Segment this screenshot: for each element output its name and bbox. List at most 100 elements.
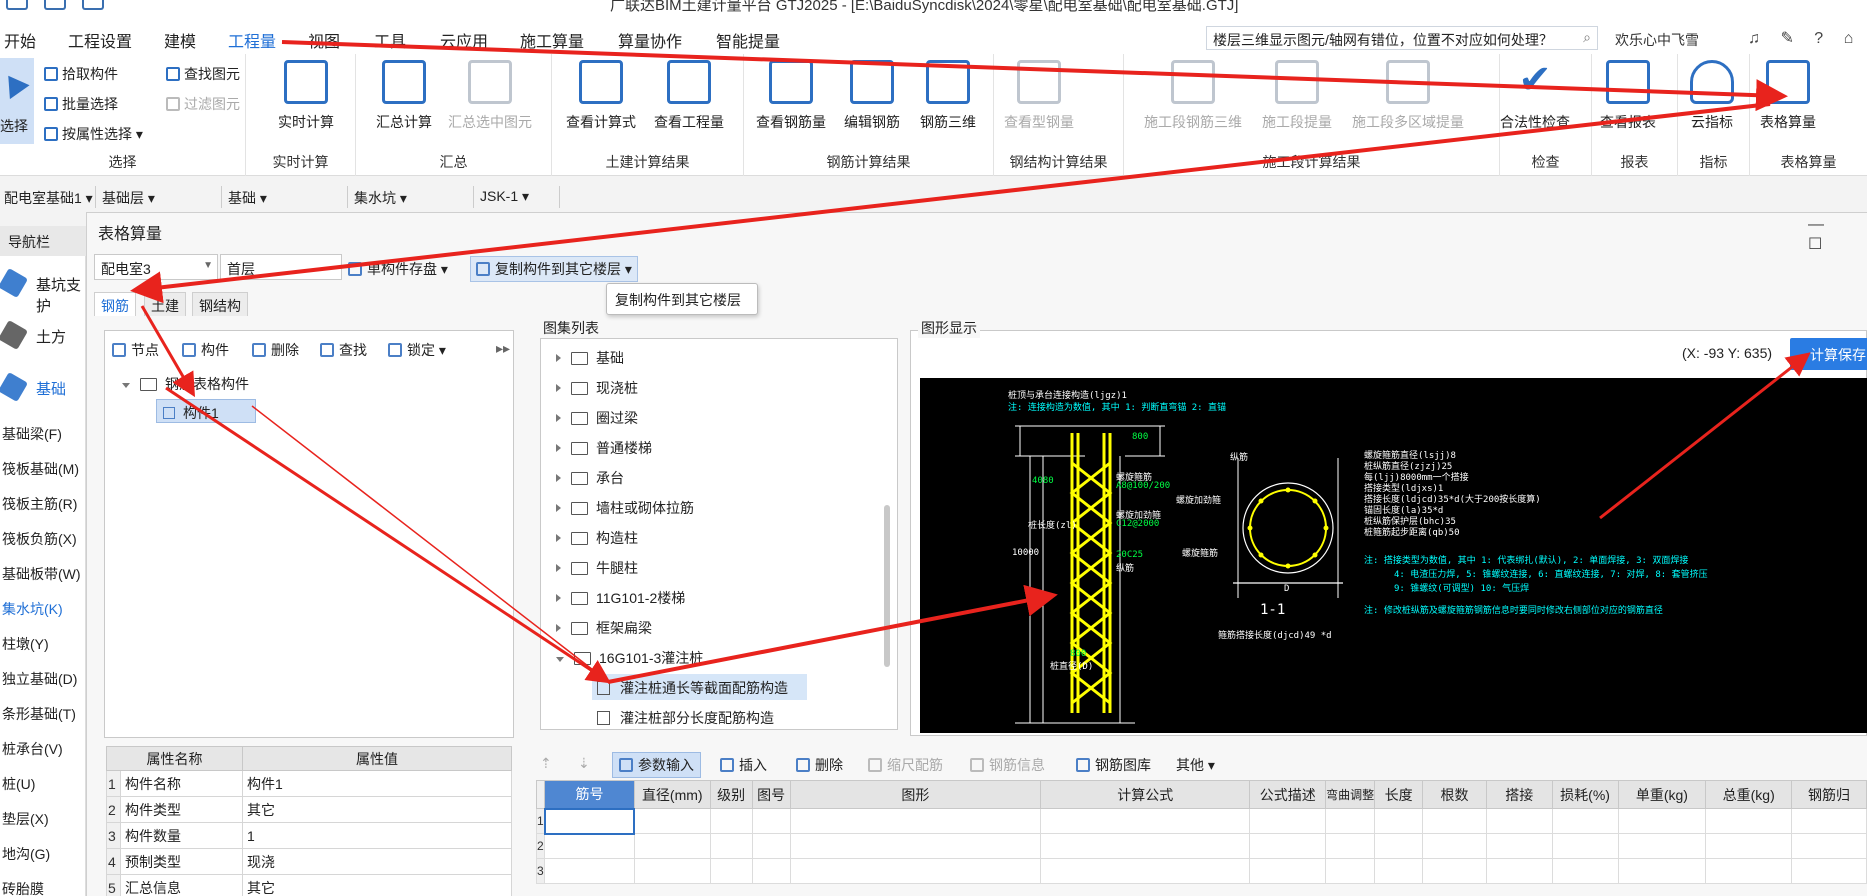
grid-cell[interactable] bbox=[789, 858, 1042, 884]
col-unit-weight[interactable]: 单重(kg) bbox=[1617, 780, 1707, 809]
menu-start[interactable]: 开始 bbox=[4, 28, 36, 52]
grid-cell[interactable] bbox=[1485, 833, 1553, 859]
atlas-item[interactable]: 构造柱 bbox=[556, 528, 638, 548]
atlas-item[interactable]: 现浇桩 bbox=[556, 378, 638, 398]
validity-check-button[interactable]: ✔ 合法性检查 bbox=[1500, 60, 1570, 132]
grid-cell[interactable] bbox=[1551, 833, 1619, 859]
menu-collaboration[interactable]: 算量协作 bbox=[618, 28, 682, 52]
menu-cloud[interactable]: 云应用 bbox=[440, 28, 488, 52]
table-row[interactable]: 3 bbox=[535, 858, 1867, 884]
col-rebar-category[interactable]: 钢筋归 bbox=[1791, 780, 1867, 809]
col-bend-adjust[interactable]: 弯曲调整 bbox=[1325, 780, 1376, 809]
nav-item-strip[interactable]: 条形基础(T) bbox=[2, 704, 76, 724]
param-input-button[interactable]: 参数输入 bbox=[612, 752, 701, 778]
grid-cell[interactable] bbox=[1040, 833, 1251, 859]
atlas-item[interactable]: 基础 bbox=[556, 348, 624, 368]
grid-cell[interactable] bbox=[1249, 858, 1327, 884]
menu-tools[interactable]: 工具 bbox=[374, 28, 406, 52]
col-length[interactable]: 长度 bbox=[1374, 780, 1424, 809]
atlas-item[interactable]: 牛腿柱 bbox=[556, 558, 638, 578]
select-by-attr-button[interactable]: 按属性选择 ▾ bbox=[44, 124, 143, 144]
grid-cell[interactable] bbox=[1705, 833, 1793, 859]
grid-cell-active[interactable] bbox=[543, 807, 636, 835]
col-diameter[interactable]: 直径(mm) bbox=[633, 780, 711, 809]
table-row[interactable]: 3 构件数量 1 bbox=[106, 822, 512, 849]
atlas-child-item[interactable]: 灌注桩部分长度配筋构造 bbox=[597, 708, 774, 728]
grid-cell[interactable] bbox=[1040, 858, 1251, 884]
save-component-button[interactable]: 单构件存盘 ▾ bbox=[348, 259, 448, 279]
col-figure-no[interactable]: 图号 bbox=[751, 780, 791, 809]
grid-cell[interactable] bbox=[544, 833, 635, 859]
nav-item-raft-main[interactable]: 筏板主筋(R) bbox=[2, 494, 77, 514]
col-count[interactable]: 根数 bbox=[1422, 780, 1487, 809]
scale-rebar-button[interactable]: 缩尺配筋 bbox=[868, 755, 943, 775]
col-loss[interactable]: 损耗(%) bbox=[1551, 780, 1619, 809]
view-quantity-button[interactable]: 查看工程量 bbox=[654, 60, 724, 132]
quick-access-icon[interactable] bbox=[6, 0, 28, 10]
table-row[interactable]: 1 构件名称 构件1 bbox=[106, 770, 512, 797]
nav-foundation-pit[interactable]: 基坑支护 bbox=[0, 264, 86, 315]
find-element-button[interactable]: 查找图元 bbox=[166, 64, 240, 84]
grid-cell[interactable] bbox=[1325, 833, 1376, 859]
grid-cell[interactable] bbox=[789, 808, 1042, 834]
table-row[interactable]: 2 bbox=[535, 833, 1867, 859]
grid-delete-button[interactable]: 删除 bbox=[796, 755, 843, 775]
grid-cell[interactable] bbox=[633, 833, 711, 859]
stage-quantity-button[interactable]: 施工段提量 bbox=[1262, 60, 1332, 132]
atlas-item[interactable]: 承台 bbox=[556, 468, 624, 488]
menu-modeling[interactable]: 建模 bbox=[164, 28, 196, 52]
context-floor[interactable]: 基础层 ▾ bbox=[98, 186, 222, 208]
table-row[interactable]: 2 构件类型 其它 bbox=[106, 796, 512, 823]
grid-cell[interactable] bbox=[1422, 858, 1487, 884]
stage-multi-button[interactable]: 施工段多区域提量 bbox=[1352, 60, 1464, 132]
lock-button[interactable]: 锁定 ▾ bbox=[388, 340, 446, 360]
grid-cell[interactable] bbox=[1551, 808, 1619, 834]
atlas-item[interactable]: 框架扁梁 bbox=[556, 618, 652, 638]
view-rebar-button[interactable]: 查看钢筋量 bbox=[756, 60, 826, 132]
tab-rebar[interactable]: 钢筋 bbox=[94, 292, 136, 316]
prop-value[interactable]: 构件1 bbox=[242, 770, 512, 797]
nav-foundation[interactable]: 基础 bbox=[0, 368, 86, 408]
nav-item-pier[interactable]: 柱墩(Y) bbox=[2, 634, 49, 654]
context-component[interactable]: JSK-1 ▾ bbox=[476, 186, 560, 208]
grid-cell[interactable] bbox=[544, 858, 635, 884]
menu-quantity[interactable]: 工程量 bbox=[228, 28, 277, 56]
summary-calc-button[interactable]: 汇总计算 bbox=[376, 60, 432, 132]
menu-view[interactable]: 视图 bbox=[308, 28, 340, 52]
nav-item-sump[interactable]: 集水坑(K) bbox=[2, 599, 63, 619]
grid-cell[interactable] bbox=[1422, 808, 1487, 834]
user-name[interactable]: 欢乐心中飞雪 bbox=[1615, 30, 1699, 50]
col-bar-no[interactable]: 筋号 bbox=[544, 780, 635, 809]
view-report-button[interactable]: 查看报表 bbox=[1600, 60, 1656, 132]
view-steel-button[interactable]: 查看型钢量 bbox=[1004, 60, 1074, 132]
menu-project-settings[interactable]: 工程设置 bbox=[68, 28, 132, 52]
find-button[interactable]: 查找 bbox=[320, 340, 367, 360]
grid-cell[interactable] bbox=[633, 808, 711, 834]
rebar-3d-button[interactable]: 钢筋三维 bbox=[920, 60, 976, 132]
grid-cell[interactable] bbox=[1791, 858, 1867, 884]
add-node-button[interactable]: 节点 bbox=[112, 340, 159, 360]
grid-cell[interactable] bbox=[1791, 808, 1867, 834]
filter-element-button[interactable]: 过滤图元 bbox=[166, 94, 240, 114]
help-search-input[interactable]: 楼层三维显示图元/轴网有错位，位置不对应如何处理？ ⌕ bbox=[1206, 26, 1598, 50]
grid-cell[interactable] bbox=[1249, 833, 1327, 859]
nav-item-brick-mold[interactable]: 砖胎膜 bbox=[2, 879, 44, 896]
grid-cell[interactable] bbox=[1617, 858, 1707, 884]
grid-cell[interactable] bbox=[1325, 858, 1376, 884]
menu-smart[interactable]: 智能提量 bbox=[716, 28, 780, 52]
col-formula-desc[interactable]: 公式描述 bbox=[1249, 780, 1327, 809]
atlas-item[interactable]: 圈过梁 bbox=[556, 408, 638, 428]
menu-right-icons[interactable]: ♫ ✎ ? ⌂ bbox=[1748, 28, 1861, 48]
col-formula[interactable]: 计算公式 bbox=[1040, 780, 1251, 809]
atlas-item[interactable]: 11G101-2楼梯 bbox=[556, 588, 685, 608]
grid-cell[interactable] bbox=[1325, 808, 1376, 834]
cloud-index-button[interactable]: 云指标 bbox=[1690, 60, 1734, 132]
col-total-weight[interactable]: 总重(kg) bbox=[1705, 780, 1793, 809]
other-button[interactable]: 其他 ▾ bbox=[1176, 755, 1215, 775]
grid-cell[interactable] bbox=[1374, 858, 1424, 884]
grid-cell[interactable] bbox=[751, 808, 791, 834]
grid-cell[interactable] bbox=[751, 858, 791, 884]
add-component-button[interactable]: 构件 bbox=[182, 340, 229, 360]
cad-drawing[interactable]: 桩顶与承台连接构造(ljgz)1 注: 连接构造为数值, 其中 1: 判断直弯锚… bbox=[920, 378, 1867, 733]
grid-cell[interactable] bbox=[1422, 833, 1487, 859]
